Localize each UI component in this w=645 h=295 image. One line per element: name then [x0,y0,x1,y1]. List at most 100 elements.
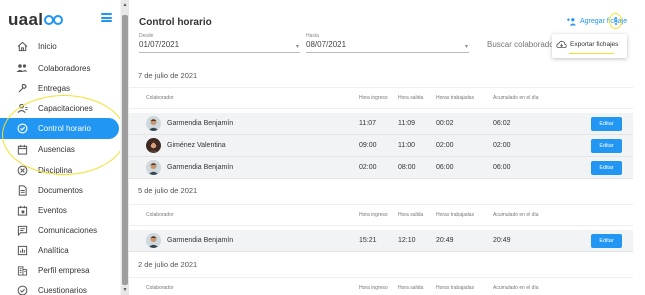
hora-salida: 08:00 [398,164,416,171]
chat-icon [16,225,28,237]
sidebar-item-label: Cuestionarios [38,286,87,295]
sidebar-item-label: Inicio [38,42,57,51]
col-hora-salida: Hora salida [398,95,424,101]
hora-salida: 11:09 [398,120,415,127]
employee-name: Giménez Valentina [167,142,226,149]
sidebar: uaal Inicio Colaboradores Entregas Capac… [0,0,120,295]
acumulado: 02:00 [493,142,511,149]
hasta-label: Hasta [306,33,320,39]
sidebar-item-label: Entregas [38,84,71,93]
date-heading: 7 de julio de 2021 [138,71,198,80]
sidebar-scrollbar[interactable]: ▲ ▼ [121,0,129,295]
table-row: Giménez Valentina 09:00 11:00 02:00 02:0… [129,135,633,157]
col-horas-trabajadas: Horas trabajadas [436,285,475,291]
sidebar-item-label: Ausencias [38,145,75,154]
col-acumulado: Acumulado en el día [493,95,539,101]
sidebar-item-entregas[interactable]: Entregas [0,78,120,99]
col-horas-trabajadas: Horas trabajadas [436,212,475,218]
col-hora-ingreso: Hora ingreso [359,285,388,291]
sidebar-item-comunicaciones[interactable]: Comunicaciones [0,220,120,241]
acumulado: 06:02 [493,120,511,127]
table-row: Garmendia Benjamín 02:00 08:00 06:00 06:… [129,157,633,179]
hasta-dropdown-icon: ▾ [465,44,469,50]
horas-trabajadas: 06:00 [436,164,454,171]
scroll-down-arrow-icon[interactable]: ▼ [122,287,128,293]
employee-name: Garmendia Benjamín [167,164,234,171]
hasta-value: 08/07/2021 [306,40,347,49]
avatar [146,233,161,248]
sidebar-item-ausencias[interactable]: Ausencias [0,139,120,160]
employee-name: Garmendia Benjamín [167,237,234,244]
edit-button[interactable]: Editar [591,117,622,131]
page-title: Control horario [139,17,212,28]
edit-button[interactable]: Editar [591,161,622,175]
sidebar-item-label: Control horario [38,124,91,133]
highlight-underline [569,53,614,54]
avatar [146,116,161,131]
col-colaborador: Colaborador [146,285,174,291]
edit-button[interactable]: Editar [591,139,622,153]
tools-icon [16,83,28,95]
cloud-download-icon [556,40,567,49]
app-root: uaal Inicio Colaboradores Entregas Capac… [0,0,645,295]
hora-salida: 12:10 [398,237,416,244]
date-heading: 2 de julio de 2021 [138,260,198,269]
avatar [146,160,161,175]
edit-button[interactable]: Editar [591,234,622,248]
hamburger-menu-icon[interactable] [101,13,112,22]
sidebar-item-colaboradores[interactable]: Colaboradores [0,58,120,79]
main-content: Control horario Agregar fichaje Desde 01… [129,0,645,295]
table-header-row: Colaborador Hora ingreso Hora salida Hor… [129,277,633,295]
date-heading: 5 de julio de 2021 [138,186,198,195]
cancel-circle-icon [16,165,28,177]
more-options-icon[interactable] [609,13,622,29]
sidebar-item-documentos[interactable]: Documentos [0,180,120,201]
col-horas-trabajadas: Horas trabajadas [436,95,475,101]
sidebar-item-analitica[interactable]: Analítica [0,240,120,261]
sidebar-item-label: Capacitaciones [38,104,93,113]
employee-name: Garmendia Benjamín [167,120,234,127]
sidebar-item-label: Colaboradores [38,64,91,73]
logo: uaal [8,10,66,30]
sidebar-item-capacitaciones[interactable]: Capacitaciones [0,98,120,119]
people-icon [16,63,28,75]
sidebar-item-label: Documentos [38,186,83,195]
hora-ingreso: 15:21 [359,237,377,244]
sidebar-item-label: Eventos [38,206,67,215]
desde-dropdown-icon: ▾ [296,44,300,50]
export-fichajes-label: Exportar fichajes [570,41,619,48]
horas-trabajadas: 00:02 [436,120,454,127]
analytics-icon [16,245,28,257]
col-colaborador: Colaborador [146,212,174,218]
sidebar-item-disciplina[interactable]: Disciplina [0,160,120,181]
hora-ingreso: 02:00 [359,164,377,171]
logo-mark-icon [44,14,66,26]
sidebar-item-inicio[interactable]: Inicio [0,36,120,57]
hora-ingreso: 09:00 [359,142,377,149]
sidebar-item-cuestionarios[interactable]: Cuestionarios [0,280,120,295]
sidebar-item-label: Disciplina [38,166,73,175]
col-hora-ingreso: Hora ingreso [359,95,388,101]
desde-label: Desde [139,33,154,39]
col-hora-salida: Hora salida [398,285,424,291]
scroll-up-arrow-icon[interactable]: ▲ [122,2,128,8]
hasta-field[interactable]: Hasta 08/07/2021 ▾ [306,33,469,53]
search-input[interactable] [487,40,562,49]
check-circle-icon [16,285,28,295]
sidebar-item-label: Comunicaciones [38,226,98,235]
calendar-icon [16,144,28,156]
home-icon [16,41,28,53]
sidebar-item-control-horario[interactable]: Control horario [0,118,119,139]
sidebar-item-perfil-empresa[interactable]: Perfil empresa [0,260,120,281]
sidebar-item-label: Perfil empresa [38,266,90,275]
desde-value: 01/07/2021 [139,40,180,49]
horas-trabajadas: 20:49 [436,237,454,244]
scrollbar-thumb[interactable] [122,15,128,285]
avatar [146,138,161,153]
desde-field[interactable]: Desde 01/07/2021 ▾ [139,33,300,53]
table-header-row: Colaborador Hora ingreso Hora salida Hor… [129,87,633,109]
person-card-icon [16,103,28,115]
sidebar-item-eventos[interactable]: Eventos [0,200,120,221]
col-hora-salida: Hora salida [398,212,424,218]
export-fichajes-menu-item[interactable]: Exportar fichajes [556,40,618,49]
